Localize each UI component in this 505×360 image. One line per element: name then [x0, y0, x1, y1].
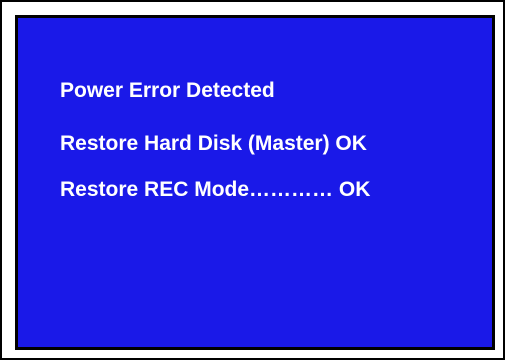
- status-screen: Power Error Detected Restore Hard Disk (…: [15, 15, 495, 350]
- restore-rec-mode-status: Restore REC Mode………… OK: [60, 178, 371, 201]
- restore-hard-disk-status: Restore Hard Disk (Master) OK: [60, 132, 367, 155]
- power-error-message: Power Error Detected: [60, 79, 275, 102]
- outer-frame: Power Error Detected Restore Hard Disk (…: [0, 0, 505, 360]
